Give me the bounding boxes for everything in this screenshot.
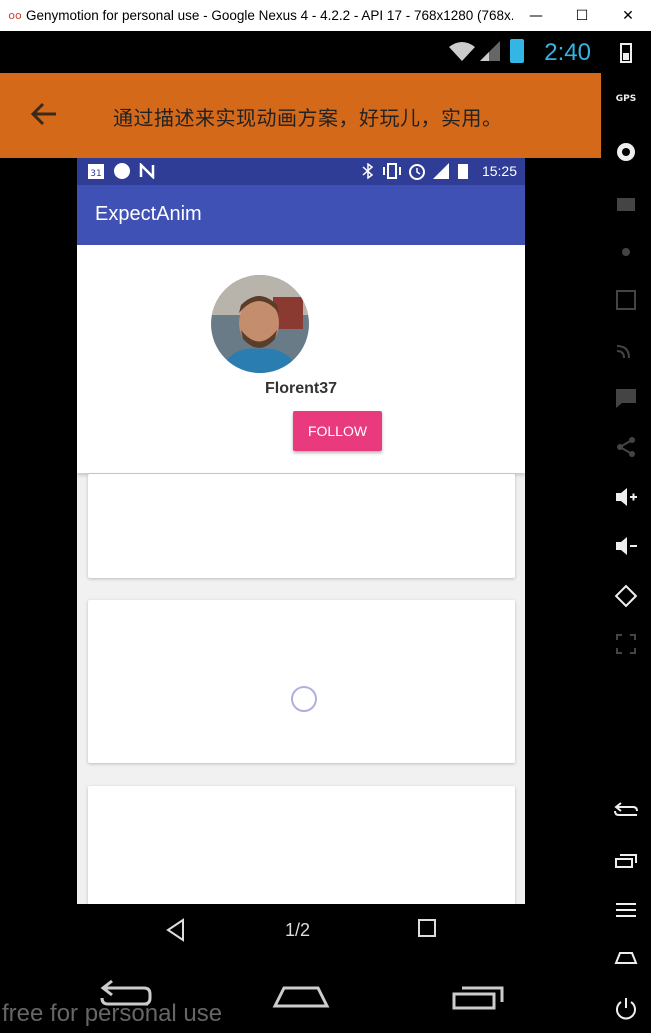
phone-status-bar: 31 15:25 bbox=[77, 158, 525, 185]
phone-toolbar: ExpectAnim bbox=[77, 185, 525, 245]
gps-icon[interactable]: GPS bbox=[601, 94, 651, 104]
list-card-3[interactable] bbox=[88, 786, 515, 904]
user-name: Florent37 bbox=[264, 380, 337, 397]
follow-button[interactable]: FOLLOW bbox=[293, 411, 382, 451]
host-clock: 2:40 bbox=[544, 39, 591, 66]
list-card-1[interactable] bbox=[88, 474, 515, 578]
nav-recents-icon[interactable] bbox=[417, 918, 437, 938]
rotate-icon[interactable] bbox=[601, 584, 651, 608]
power-icon[interactable] bbox=[601, 996, 651, 1020]
phone-battery-icon bbox=[458, 164, 468, 179]
host-recents-icon[interactable] bbox=[450, 978, 506, 1010]
id-icon[interactable] bbox=[601, 289, 651, 311]
phone-clock: 15:25 bbox=[481, 163, 517, 179]
app-bar-title: 通过描述来实现动画方案，好玩儿，实用。 bbox=[113, 106, 503, 130]
window-titlebar: oo Genymotion for personal use - Google … bbox=[0, 0, 651, 31]
phone-nav-bar: 1/2 bbox=[77, 904, 525, 960]
bluetooth-icon bbox=[362, 163, 374, 179]
message-icon[interactable] bbox=[601, 387, 651, 409]
minimize-icon[interactable]: — bbox=[513, 0, 559, 31]
nav-back-icon[interactable] bbox=[165, 918, 185, 942]
phone-screen: 31 15:25 ExpectAnim Florent37 FOLLOW bbox=[77, 158, 525, 904]
page-indicator: 1/2 bbox=[285, 920, 311, 940]
cast-icon[interactable] bbox=[601, 338, 651, 360]
signal-icon bbox=[480, 41, 500, 61]
battery-icon[interactable] bbox=[601, 41, 651, 63]
back-icon[interactable] bbox=[601, 801, 651, 821]
list-card-2[interactable] bbox=[88, 600, 515, 763]
avatar bbox=[211, 275, 309, 373]
camera-icon[interactable] bbox=[601, 141, 651, 163]
loading-spinner bbox=[291, 686, 317, 712]
close-icon[interactable]: ✕ bbox=[605, 0, 651, 31]
home-icon[interactable] bbox=[601, 949, 651, 965]
genymotion-sidebar: GPS bbox=[601, 31, 651, 1033]
svg-text:31: 31 bbox=[90, 169, 101, 179]
dpad-icon[interactable] bbox=[601, 241, 651, 263]
video-icon[interactable] bbox=[601, 191, 651, 213]
vibrate-icon bbox=[383, 163, 401, 179]
maximize-icon[interactable]: ☐ bbox=[559, 0, 605, 31]
window-title: Genymotion for personal use - Google Nex… bbox=[26, 8, 513, 23]
host-status-bar: 2:40 bbox=[0, 31, 601, 73]
profile-header: Florent37 FOLLOW bbox=[77, 245, 525, 473]
volume-down-icon[interactable] bbox=[601, 535, 651, 557]
recents-icon[interactable] bbox=[601, 851, 651, 869]
nfc-icon bbox=[139, 163, 155, 179]
scale-icon[interactable] bbox=[601, 633, 651, 655]
share-icon[interactable] bbox=[601, 436, 651, 458]
signal-4g-icon bbox=[433, 163, 449, 179]
wifi-icon bbox=[449, 42, 475, 61]
genymotion-logo-icon: oo bbox=[8, 9, 22, 22]
watermark: free for personal use bbox=[2, 1000, 223, 1027]
battery-icon bbox=[510, 39, 524, 63]
arrow-left-icon[interactable] bbox=[28, 98, 60, 130]
host-home-icon[interactable] bbox=[272, 978, 330, 1010]
app-bar: 通过描述来实现动画方案，好玩儿，实用。 bbox=[0, 73, 601, 158]
calendar-icon: 31 bbox=[88, 164, 104, 179]
menu-icon[interactable] bbox=[601, 901, 651, 919]
phone-toolbar-title: ExpectAnim bbox=[95, 203, 202, 225]
volume-up-icon[interactable] bbox=[601, 486, 651, 508]
alarm-icon bbox=[409, 164, 425, 180]
messenger-icon bbox=[114, 163, 130, 179]
